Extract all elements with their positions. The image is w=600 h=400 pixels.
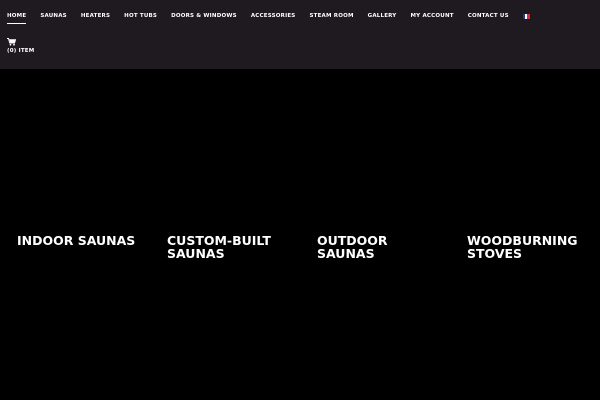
tile-title-line2: SAUNAS [317,246,375,261]
flag-stripe-red [527,13,530,19]
tile-title-line2: STOVES [467,246,523,261]
tile-outdoor-saunas[interactable]: OUTDOOR SAUNAS [300,69,450,400]
cart-icon [7,38,16,46]
cart-count-label: (0) ITEM [7,48,35,54]
nav-item-hot-tubs[interactable]: HOT TUBS [124,0,157,32]
nav-item-home[interactable]: HOME [7,0,27,32]
tile-title: CUSTOM-BUILT SAUNAS [167,234,292,260]
category-tiles: INDOOR SAUNAS CUSTOM-BUILT SAUNAS OUTDOO… [0,69,600,400]
nav-item-heaters[interactable]: HEATERS [81,0,110,32]
tile-title: INDOOR SAUNAS [17,234,142,247]
tile-title-line2: SAUNAS [167,246,225,261]
tile-indoor-saunas[interactable]: INDOOR SAUNAS [0,69,150,400]
main-nav: HOME SAUNAS HEATERS HOT TUBS DOORS & WIN… [7,0,530,32]
tile-woodburning-stoves[interactable]: WOODBURNING STOVES [450,69,600,400]
nav-item-gallery[interactable]: GALLERY [368,0,397,32]
tile-custom-built-saunas[interactable]: CUSTOM-BUILT SAUNAS [150,69,300,400]
nav-item-accessories[interactable]: ACCESSORIES [251,0,296,32]
nav-item-saunas[interactable]: SAUNAS [40,0,67,32]
french-flag-icon[interactable] [522,13,530,19]
site-header: HOME SAUNAS HEATERS HOT TUBS DOORS & WIN… [0,0,600,69]
cart-link[interactable]: (0) ITEM [7,38,34,54]
tile-title: WOODBURNING STOVES [467,234,592,260]
tile-title-line1: INDOOR SAUNAS [17,233,136,248]
tile-title: OUTDOOR SAUNAS [317,234,442,260]
nav-item-contact-us[interactable]: CONTACT US [468,0,509,32]
nav-item-my-account[interactable]: MY ACCOUNT [411,0,454,32]
nav-item-steam-room[interactable]: STEAM ROOM [309,0,353,32]
nav-item-doors-windows[interactable]: DOORS & WINDOWS [171,0,237,32]
